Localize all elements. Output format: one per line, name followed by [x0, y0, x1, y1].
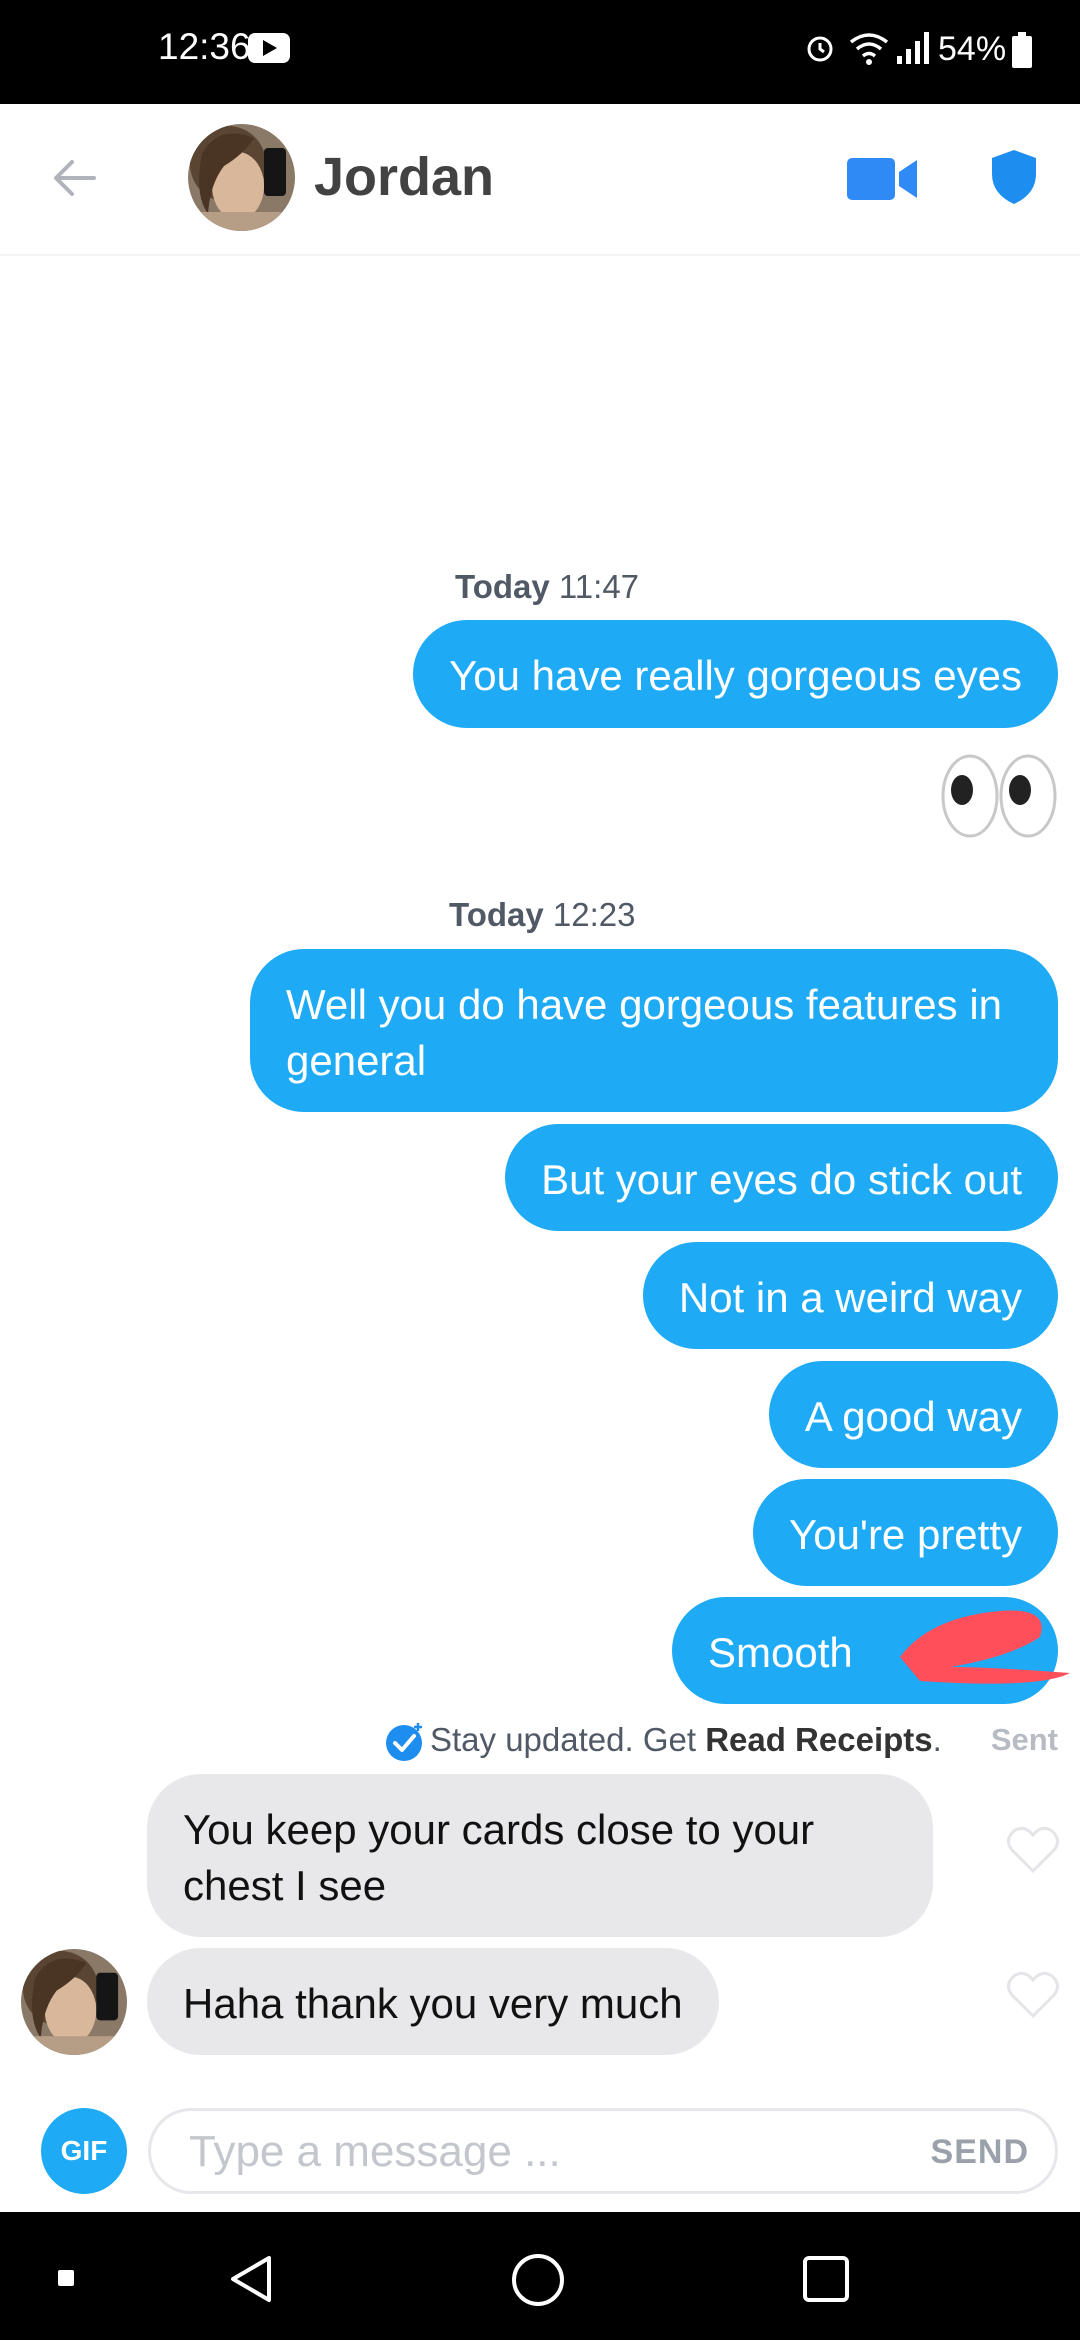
message-placeholder: Type a message ...: [189, 2127, 561, 2176]
status-time: 12:36: [158, 26, 251, 67]
timestamp: Today 11:47: [455, 568, 639, 606]
youtube-notification-icon: [248, 33, 290, 63]
timestamp-day: Today: [455, 568, 550, 605]
gif-button[interactable]: GIF: [41, 2108, 127, 2194]
read-receipts-link[interactable]: Read Receipts: [705, 1721, 932, 1758]
outgoing-message[interactable]: You're pretty: [753, 1479, 1058, 1586]
back-arrow-icon[interactable]: [48, 152, 100, 204]
status-bar: 12:36 54%: [0, 0, 1080, 104]
nav-indicator-icon: [58, 2270, 74, 2286]
timestamp-day: Today: [449, 896, 544, 933]
nav-recents-icon[interactable]: [803, 2256, 849, 2302]
timestamp: Today 12:23: [449, 896, 636, 934]
battery-icon: [1012, 32, 1032, 68]
outgoing-message[interactable]: Well you do have gorgeous features in ge…: [250, 949, 1058, 1112]
checkmark-badge-icon: [386, 1723, 422, 1761]
nav-home-icon[interactable]: [512, 2254, 564, 2306]
message-input[interactable]: Type a message ... SEND: [148, 2108, 1058, 2194]
outgoing-message[interactable]: You have really gorgeous eyes: [413, 620, 1058, 728]
outgoing-message[interactable]: But your eyes do stick out: [505, 1124, 1058, 1231]
eyes-emoji[interactable]: [940, 752, 1058, 840]
wifi-icon: [849, 33, 889, 65]
receipt-prefix: Stay updated. Get: [430, 1721, 697, 1758]
outgoing-message[interactable]: Not in a weird way: [642, 1242, 1058, 1349]
redaction-scribble: [900, 1610, 1070, 1684]
heart-icon[interactable]: [1006, 1970, 1060, 2020]
shield-icon[interactable]: [990, 148, 1038, 206]
receipt-suffix: .: [932, 1721, 942, 1758]
timestamp-time: 11:47: [558, 568, 640, 605]
sent-status: Sent: [990, 1722, 1058, 1757]
heart-icon[interactable]: [1006, 1825, 1060, 1875]
alarm-icon: [807, 36, 833, 62]
outgoing-message[interactable]: A good way: [768, 1361, 1058, 1468]
battery-percent: 54%: [938, 30, 1007, 68]
contact-name[interactable]: Jordan: [314, 146, 494, 208]
timestamp-time: 12:23: [552, 896, 636, 933]
send-button[interactable]: SEND: [931, 2133, 1029, 2172]
incoming-message[interactable]: Haha thank you very much: [147, 1948, 719, 2055]
video-call-icon[interactable]: [847, 156, 919, 202]
system-nav-bar: [0, 2212, 1080, 2340]
contact-avatar[interactable]: [188, 124, 295, 231]
chat-header: Jordan: [0, 104, 1080, 256]
incoming-message[interactable]: You keep your cards close to your chest …: [147, 1774, 933, 1937]
nav-back-icon[interactable]: [225, 2254, 281, 2304]
contact-avatar-small[interactable]: [21, 1949, 127, 2055]
signal-icon: [897, 32, 929, 64]
